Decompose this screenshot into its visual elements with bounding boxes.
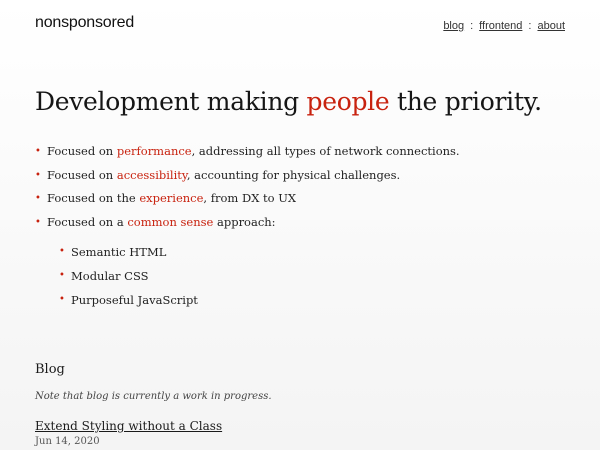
feature-accent: common sense [127,214,214,229]
feature-text-before: Focused on a [47,214,128,229]
hero-accent-word: people [306,87,390,116]
hero-headline: Development making people the priority. [35,86,575,118]
approach-item-semantic-html: Semantic HTML [59,240,575,264]
feature-accent: performance [116,144,192,158]
site-header: nonsponsored blog : ffrontend : about [0,0,600,48]
site-logo-link[interactable]: nonsponsored [35,14,134,32]
feature-text-before: Focused on the [47,191,140,205]
nav-separator: : [528,20,532,32]
approach-item-modular-css: Modular CSS [59,264,575,288]
feature-text-before: Focused on [47,167,117,182]
blog-note: Note that blog is currently a work in pr… [35,391,272,402]
blog-post-link[interactable]: Extend Styling without a Class [35,419,222,433]
feature-text-after: , addressing all types of network connec… [191,144,460,158]
feature-item-performance: Focused on performance, addressing all t… [35,140,575,164]
feature-text-after: , accounting for physical challenges. [186,167,401,182]
approach-item-purposeful-javascript: Purposeful JavaScript [59,288,575,312]
feature-list: Focused on performance, addressing all t… [35,140,575,312]
approach-list: Semantic HTML Modular CSS Purposeful Jav… [47,240,575,312]
blog-section-title: Blog [35,362,65,377]
feature-text-before: Focused on [47,144,117,158]
feature-item-accessibility: Focused on accessibility, accounting for… [35,164,575,188]
feature-text-after: approach: [213,214,276,229]
feature-accent: accessibility [116,167,187,182]
nav-separator: : [470,20,474,32]
feature-accent: experience [139,191,204,205]
nav-link-blog[interactable]: blog [443,20,464,32]
nav-link-about[interactable]: about [537,20,565,32]
nav-link-ffrontend[interactable]: ffrontend [479,20,522,32]
top-navigation: blog : ffrontend : about [443,20,565,32]
blog-post-date: Jun 14, 2020 [35,436,100,447]
feature-text-after: , from DX to UX [203,191,297,205]
hero-text-after: the priority. [389,87,542,116]
feature-item-common-sense: Focused on a common sense approach: Sema… [35,211,575,313]
feature-item-experience: Focused on the experience, from DX to UX [35,187,575,211]
hero-text-before: Development making [35,87,307,116]
